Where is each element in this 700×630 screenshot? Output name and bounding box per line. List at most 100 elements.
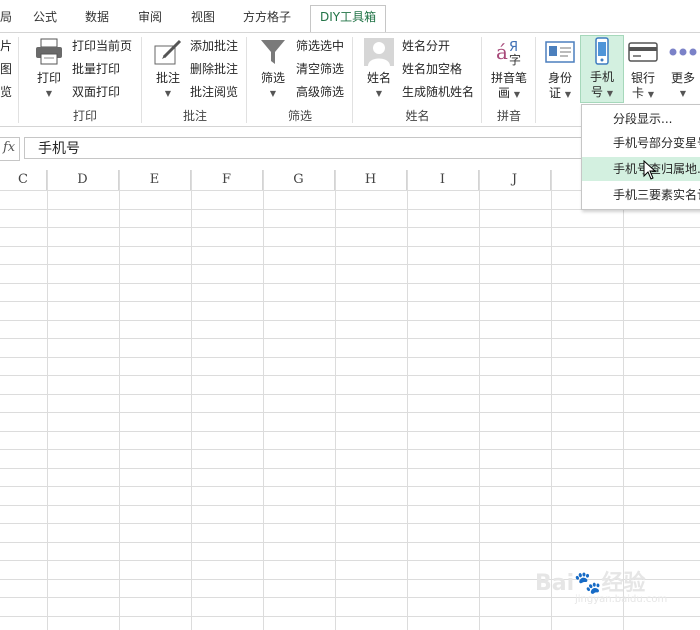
delete-comment[interactable]: 删除批注: [190, 60, 238, 77]
filter-selected[interactable]: 筛选选中: [296, 37, 344, 54]
row-gridline: [0, 264, 700, 265]
review-comments[interactable]: 批注阅览: [190, 83, 238, 100]
pinyin-stroke-button[interactable]: á Я 字 拼音笔 画 ▼: [487, 37, 531, 102]
person-icon: [364, 38, 394, 66]
chevron-down-icon: ▼: [269, 89, 277, 98]
tab-view[interactable]: 视图: [191, 6, 215, 33]
group-label-name: 姓名: [405, 109, 430, 123]
phone-button[interactable]: 手机 号 ▼: [580, 35, 624, 103]
group-separator: [352, 37, 353, 123]
chevron-down-icon: ▼: [606, 89, 613, 98]
group-separator: [535, 37, 536, 123]
partial-item-1[interactable]: 片: [0, 37, 12, 54]
bank-label-line2: 卡: [632, 86, 645, 100]
column-gridline: [47, 170, 48, 630]
column-gridline: [335, 170, 336, 630]
column-gridline: [551, 170, 552, 630]
row-gridline: [0, 375, 700, 376]
menu-item-three-factor-auth[interactable]: 手机三要素实名认证: [582, 183, 700, 207]
filter-button[interactable]: 筛选 ▼: [254, 37, 292, 101]
idcard-button[interactable]: 身份 证 ▼: [541, 37, 579, 102]
row-gridline: [0, 394, 700, 395]
name-label: 姓名: [366, 71, 391, 85]
partial-item-2[interactable]: 图: [0, 60, 12, 77]
batch-print[interactable]: 批量打印: [72, 60, 120, 77]
row-gridline: [0, 616, 700, 617]
spreadsheet-grid[interactable]: C D E F G H I J: [0, 170, 700, 630]
more-label: 更多: [670, 71, 695, 85]
row-gridline: [0, 542, 700, 543]
duplex-print[interactable]: 双面打印: [72, 83, 120, 100]
column-gridline: [479, 170, 480, 630]
fx-button[interactable]: fx: [0, 137, 20, 161]
pinyin-icon: á Я 字: [496, 40, 521, 67]
row-gridline: [0, 283, 700, 284]
tab-review[interactable]: 审阅: [138, 6, 162, 33]
idcard-label-line1: 身份: [547, 71, 572, 85]
add-comment[interactable]: 添加批注: [190, 37, 238, 54]
group-separator: [141, 37, 142, 123]
tab-fangfang[interactable]: 方方格子: [243, 6, 291, 33]
chevron-down-icon: ▼: [564, 90, 571, 99]
column-gridline: [191, 170, 192, 630]
menu-item-segment-display[interactable]: 分段显示...: [582, 107, 700, 131]
print-label: 打印: [36, 71, 61, 85]
comment-button[interactable]: 批注 ▼: [149, 37, 187, 101]
row-gridline: [0, 320, 700, 321]
split-name[interactable]: 姓名分开: [402, 37, 450, 54]
comment-label: 批注: [155, 71, 180, 85]
pinyin-label-line1: 拼音笔: [490, 71, 527, 85]
idcard-label-line2: 证: [549, 86, 562, 100]
group-label-print: 打印: [72, 109, 97, 123]
group-label-pinyin: 拼音: [496, 109, 521, 123]
id-card-icon: [545, 41, 575, 63]
phone-label-line2: 号: [591, 85, 604, 99]
partial-item-3[interactable]: 览: [0, 83, 12, 100]
chevron-down-icon: ▼: [164, 89, 172, 98]
formula-input[interactable]: 手机号: [24, 137, 584, 159]
column-gridline: [263, 170, 264, 630]
clear-filter[interactable]: 清空筛选: [296, 60, 344, 77]
row-gridline: [0, 357, 700, 358]
group-separator: [246, 37, 247, 123]
tab-data[interactable]: 数据: [85, 6, 109, 33]
column-header-i[interactable]: I: [407, 170, 479, 190]
ribbon-tabs: 局 公式 数据 审阅 视图 方方格子 DIY工具箱: [0, 0, 700, 33]
column-header-c[interactable]: C: [0, 170, 47, 190]
tab-formulas[interactable]: 公式: [33, 6, 57, 33]
name-button[interactable]: 姓名 ▼: [360, 37, 398, 101]
advanced-filter[interactable]: 高级筛选: [296, 83, 344, 100]
baidu-watermark-url: jingyan.baidu.com: [575, 594, 668, 605]
row-gridline: [0, 431, 700, 432]
print-current-page[interactable]: 打印当前页: [72, 37, 132, 54]
chevron-down-icon: ▼: [375, 89, 383, 98]
column-header-j[interactable]: J: [479, 170, 551, 190]
menu-item-lookup-location[interactable]: 手机号查归属地...: [582, 157, 700, 181]
group-label-filter: 筛选: [287, 109, 312, 123]
column-header-d[interactable]: D: [47, 170, 119, 190]
group-separator: [481, 37, 482, 123]
tab-layout[interactable]: 局: [0, 6, 12, 33]
column-gridline: [407, 170, 408, 630]
row-gridline: [0, 246, 700, 247]
column-header-g[interactable]: G: [263, 170, 335, 190]
row-gridline: [0, 227, 700, 228]
column-header-h[interactable]: H: [335, 170, 407, 190]
mobile-phone-icon: [595, 37, 609, 65]
more-button[interactable]: 更多 ▼: [666, 37, 700, 101]
column-header-f[interactable]: F: [191, 170, 263, 190]
row-gridline: [0, 449, 700, 450]
generate-random-name[interactable]: 生成随机姓名: [402, 83, 474, 100]
menu-item-partial-mask[interactable]: 手机号部分变星号: [582, 131, 700, 155]
baidu-watermark: Bai🐾经验: [535, 571, 646, 596]
group-separator: [18, 37, 19, 123]
row-gridline: [0, 523, 700, 524]
filter-label: 筛选: [260, 71, 285, 85]
funnel-icon: [261, 40, 285, 64]
row-gridline: [0, 301, 700, 302]
bank-card-button[interactable]: 银行 卡 ▼: [624, 37, 662, 102]
tab-diy-toolbox[interactable]: DIY工具箱: [310, 5, 387, 33]
print-button[interactable]: 打印 ▼: [30, 37, 68, 101]
column-header-e[interactable]: E: [119, 170, 191, 190]
name-add-space[interactable]: 姓名加空格: [402, 60, 462, 77]
